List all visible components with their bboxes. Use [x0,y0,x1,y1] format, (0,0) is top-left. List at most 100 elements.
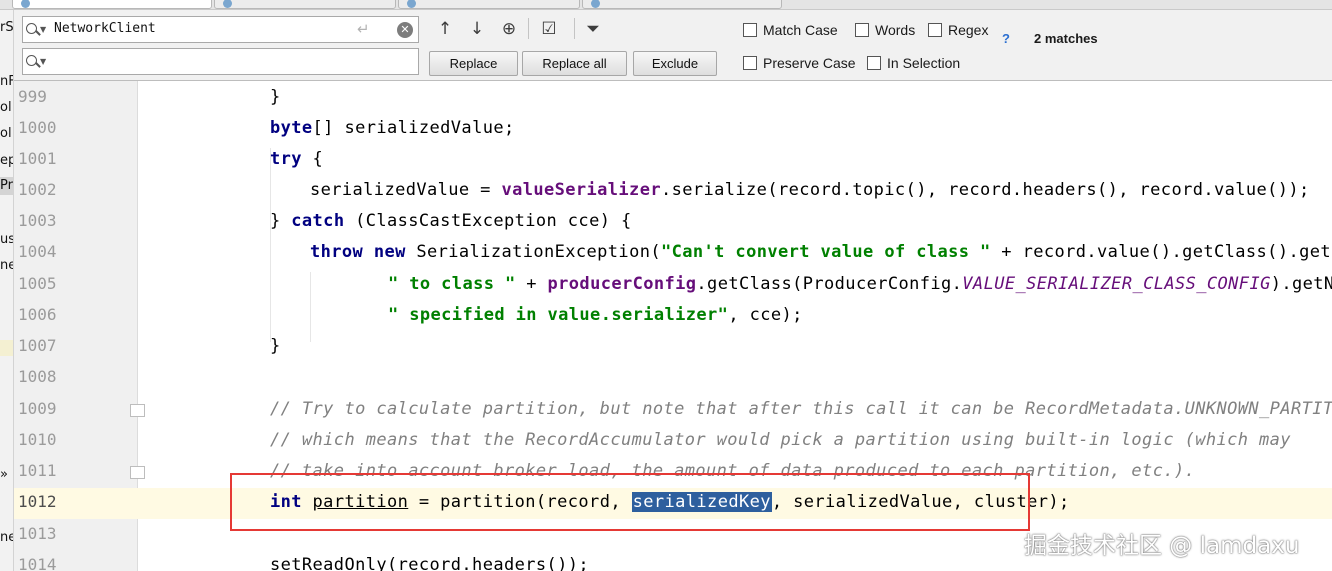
history-dropdown-icon[interactable]: ▼ [40,25,46,34]
checkbox-box[interactable] [743,23,757,37]
project-tree-item[interactable]: ep [0,152,13,170]
previous-occurrence-icon[interactable]: ↑ [434,18,456,40]
project-tree-item[interactable]: rS [0,19,13,37]
regex-label: Regex [948,22,989,38]
string-literal: " to class " [388,274,516,294]
annotation-box [230,473,1030,531]
in-selection-checkbox[interactable]: In Selection [867,54,960,72]
search-input[interactable]: NetworkClient [54,21,156,36]
match-case-checkbox[interactable]: Match Case [743,21,838,39]
code-token: , cce); [728,305,803,325]
next-occurrence-icon[interactable]: ↓ [466,18,488,40]
line-number[interactable]: 1005 [18,274,62,293]
project-tree-marker [0,340,13,356]
line-number[interactable]: 1000 [18,118,62,137]
code-line[interactable]: 1008 [14,363,1332,394]
keyword: try [270,149,302,169]
find-replace-bar: ▼ NetworkClient ↵ ✕ ▼ ↑ ↓ ⊕ ☑ ⏷ Replace … [14,10,1332,81]
static-field: VALUE_SERIALIZER_CLASS_CONFIG [962,274,1271,294]
replace-button[interactable]: Replace [429,51,518,76]
code-text: throw new SerializationException("Can't … [310,242,1332,262]
line-number[interactable]: 1014 [18,555,62,571]
field-reference: valueSerializer [501,180,661,200]
new-line-icon[interactable]: ↵ [357,20,370,38]
clear-search-icon[interactable]: ✕ [397,22,413,38]
editor-tab[interactable] [12,0,212,9]
fold-marker-icon[interactable] [130,466,145,479]
filter-icon[interactable]: ⏷ [582,18,604,40]
replace-field[interactable]: ▼ [22,48,419,75]
code-line[interactable]: 999 } [14,83,1332,114]
checkbox-box[interactable] [867,56,881,70]
code-line[interactable]: 1010 // which means that the RecordAccum… [14,426,1332,457]
preserve-case-checkbox[interactable]: Preserve Case [743,54,856,72]
toolbar-separator [528,18,529,39]
project-tree-item-selected[interactable]: Pr [0,177,13,195]
comment: // which means that the RecordAccumulato… [270,430,1291,450]
line-number[interactable]: 1013 [18,524,62,543]
line-number[interactable]: 1009 [18,399,62,418]
code-text: " specified in value.serializer", cce); [388,305,803,325]
project-tree-item[interactable]: » [0,466,13,484]
match-count: 2 matches [1034,31,1098,46]
code-line[interactable]: 1000 byte[] serializedValue; [14,114,1332,145]
code-line[interactable]: 1004 throw new SerializationException("C… [14,238,1332,269]
code-text: try { [270,149,323,169]
project-tree-item[interactable]: ne [0,257,13,275]
find-all-occurrences-icon[interactable]: ⊕ [498,18,520,40]
project-panel: rS nF ol ol ep Pr us ne » ne [0,10,14,571]
match-case-label: Match Case [763,22,838,38]
project-tree-item[interactable]: us [0,231,13,249]
exclude-button[interactable]: Exclude [633,51,717,76]
line-number[interactable]: 1011 [18,461,62,480]
select-all-occurrences-icon[interactable]: ☑ [538,18,560,40]
code-line[interactable]: 1001 try { [14,145,1332,176]
search-field[interactable]: ▼ NetworkClient ↵ ✕ [22,16,419,43]
field-reference: producerConfig [547,274,697,294]
line-number[interactable]: 1003 [18,211,62,230]
regex-checkbox[interactable]: Regex [928,21,988,39]
editor-tab[interactable] [582,0,782,9]
line-number[interactable]: 1004 [18,242,62,261]
line-number[interactable]: 1002 [18,180,62,199]
project-tree-item[interactable]: ol [0,99,13,117]
code-line[interactable]: 1009 // Try to calculate partition, but … [14,395,1332,426]
code-token: (ClassCastException cce) { [344,211,632,231]
line-number[interactable]: 1010 [18,430,62,449]
words-checkbox[interactable]: Words [855,21,915,39]
editor-tab[interactable] [398,0,580,9]
line-number[interactable]: 1008 [18,367,62,386]
code-line[interactable]: 1003 } catch (ClassCastException cce) { [14,207,1332,238]
fold-marker-icon[interactable] [130,404,145,417]
code-token: .getClass(ProducerConfig. [696,274,963,294]
keyword: throw [310,242,364,262]
project-tree-item[interactable]: nF [0,73,13,91]
checkbox-box[interactable] [928,23,942,37]
code-token: } [270,336,281,356]
editor-tab[interactable] [214,0,396,9]
in-selection-label: In Selection [887,55,961,71]
project-tree-item[interactable]: ol [0,125,13,143]
checkbox-box[interactable] [743,56,757,70]
code-line[interactable]: 1005 " to class " + producerConfig.getCl… [14,270,1332,301]
search-icon[interactable] [26,23,37,34]
line-number[interactable]: 1006 [18,305,62,324]
java-file-icon [591,0,600,8]
code-token: ).getName() [1270,274,1332,294]
search-icon[interactable] [26,55,37,66]
code-line[interactable]: 1006 " specified in value.serializer", c… [14,301,1332,332]
replace-all-button[interactable]: Replace all [522,51,627,76]
string-literal: " specified in value.serializer" [388,305,729,325]
line-number[interactable]: 1001 [18,149,62,168]
history-dropdown-icon[interactable]: ▼ [40,57,46,66]
code-line[interactable]: 1002 serializedValue = valueSerializer.s… [14,176,1332,207]
checkbox-box[interactable] [855,23,869,37]
regex-help-link[interactable]: ? [1002,31,1010,46]
project-tree-item[interactable]: ne [0,529,13,547]
line-number[interactable]: 1007 [18,336,62,355]
line-number[interactable]: 1012 [18,492,62,511]
code-token: + record.value().getClass().getName() [1001,242,1332,262]
code-line[interactable]: 1007 } [14,332,1332,363]
string-literal: "Can't convert value of class " [660,242,991,262]
line-number[interactable]: 999 [18,87,62,106]
